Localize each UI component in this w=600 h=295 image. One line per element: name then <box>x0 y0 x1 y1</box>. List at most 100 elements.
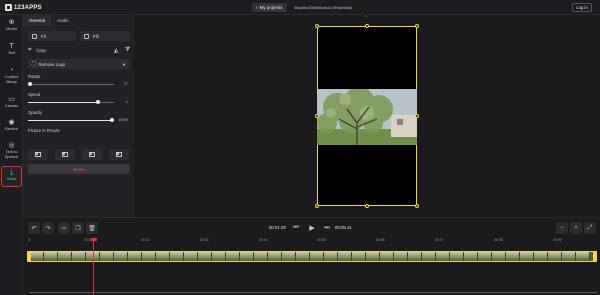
clip-thumbnail <box>212 252 226 261</box>
ruler-tick: 00:04 <box>259 238 268 242</box>
fast-forward-button[interactable]: ⏭ <box>321 222 333 234</box>
crop-icon[interactable]: ⌗ <box>28 47 31 54</box>
split-button[interactable]: ✂ <box>58 222 70 234</box>
timeline-scrollbar[interactable] <box>29 292 597 293</box>
remove-logo-dropdown[interactable]: ⛶ Remove Logo ▼ <box>28 59 130 69</box>
opacity-value[interactable]: 100% <box>112 118 128 122</box>
app-logo[interactable]: 123APPS <box>5 4 42 11</box>
clip-trim-handle-right[interactable] <box>593 251 597 262</box>
video-clip-track[interactable] <box>29 251 597 262</box>
clip-thumbnail <box>30 252 44 261</box>
clip-thumbnail <box>128 252 142 261</box>
clip-trim-handle-left[interactable] <box>27 251 31 262</box>
pip-bottom-right-button[interactable] <box>109 149 129 160</box>
delete-button[interactable]: 🗑 <box>86 222 98 234</box>
redo-button[interactable]: ↷ <box>42 222 54 234</box>
fit-timeline-button[interactable]: ⤢ <box>584 222 596 234</box>
nav-item-canvas[interactable]: ▭ Canvas <box>1 96 22 109</box>
clip-thumbnail <box>44 252 58 261</box>
ruler-tick: 00:02 <box>141 238 150 242</box>
ruler-tick: 00:03 <box>200 238 209 242</box>
rewind-button[interactable]: ⏮ <box>290 222 302 234</box>
resize-handle-top-left[interactable] <box>315 24 319 28</box>
nav-item-text[interactable]: T Text <box>1 43 22 56</box>
scissors-icon: ✂ <box>61 225 67 232</box>
resize-handle-bottom-center[interactable] <box>365 204 369 208</box>
zoom-in-button[interactable]: + <box>570 222 582 234</box>
nav-item-record[interactable]: ◉ Record <box>1 119 22 132</box>
tab-audio[interactable]: Audio <box>51 15 75 26</box>
nav-item-label: Save <box>6 176 17 181</box>
clip-thumbnail <box>170 252 184 261</box>
fit-button[interactable]: Fit <box>28 31 76 41</box>
flip-vertical-icon[interactable]: ⧩ <box>125 47 130 54</box>
speed-value[interactable]: 1 <box>112 100 128 104</box>
ruler-tick: 00:05 <box>317 238 326 242</box>
speed-slider-knob[interactable] <box>96 100 100 104</box>
ruler-tick: 00:09 <box>553 238 562 242</box>
nav-item-label: Record <box>5 126 18 131</box>
fill-icon <box>84 33 89 39</box>
undo-button[interactable]: ↶ <box>28 222 40 234</box>
crop-label[interactable]: Crop <box>36 48 45 53</box>
tab-general[interactable]: General <box>23 15 52 26</box>
clip-thumbnail <box>450 252 464 261</box>
play-button[interactable]: ▶ <box>306 222 318 234</box>
nav-item-media[interactable]: ⊕ Media <box>1 19 22 32</box>
resize-handle-top-right[interactable] <box>415 24 419 28</box>
my-projects-label: My projects <box>259 5 283 10</box>
resize-handle-bottom-right[interactable] <box>415 204 419 208</box>
clip-thumbnail <box>100 252 114 261</box>
clip-thumbnail <box>436 252 450 261</box>
speed-slider[interactable] <box>28 100 114 104</box>
rotate-slider-knob[interactable] <box>28 82 32 86</box>
clip-thumbnail <box>422 252 436 261</box>
clip-thumbnail <box>464 252 478 261</box>
zoom-out-button[interactable]: − <box>556 222 568 234</box>
pip-bottom-left-icon <box>89 152 95 157</box>
pip-top-right-button[interactable] <box>55 149 75 160</box>
clip-thumbnail <box>338 252 352 261</box>
clip-thumbnail <box>380 252 394 261</box>
login-button[interactable]: Log in <box>572 3 592 12</box>
clip-thumbnail <box>562 252 576 261</box>
nav-item-text-to-speech[interactable]: ◎ Text to Speech <box>1 142 22 159</box>
logo-text: 123APPS <box>14 4 42 11</box>
rewind-icon: ⏮ <box>293 224 299 231</box>
video-frame-image <box>317 89 417 145</box>
clip-thumbnail <box>548 252 562 261</box>
resize-handle-bottom-left[interactable] <box>315 204 319 208</box>
rotate-slider[interactable] <box>28 82 114 86</box>
timeline: ↶ ↷ ✂ ❐ 🗑 00:01.09 ⏮ ▶ ⏭ 00:09.41 − + ⤢ … <box>23 217 600 295</box>
fill-button[interactable]: Fill <box>80 31 130 41</box>
project-file-id: 58ac8e1f38f4f6c6c4c7ff9ae4d6a <box>294 5 352 10</box>
fast-forward-icon: ⏭ <box>324 224 330 231</box>
clip-thumbnail <box>282 252 296 261</box>
pip-top-right-icon <box>62 152 68 157</box>
resize-handle-middle-left[interactable] <box>315 114 319 118</box>
rotate-handle-icon[interactable]: ◦ <box>363 14 369 22</box>
nav-item-label: Canvas <box>4 103 19 108</box>
opacity-slider[interactable] <box>28 118 114 122</box>
top-bar: 123APPS ‹ My projects 58ac8e1f38f4f6c6c4… <box>0 0 600 15</box>
fit-label: Fit <box>41 33 46 39</box>
playhead-handle[interactable] <box>90 238 97 241</box>
nav-item-save[interactable]: ⤓ Save <box>1 166 22 187</box>
nav-item-content-library[interactable]: ◔ Content library <box>1 67 22 84</box>
resize-handle-top-center[interactable] <box>365 24 369 28</box>
timeline-ruler[interactable]: 0 00:01 00:02 00:03 00:04 00:05 00:06 00… <box>23 238 600 245</box>
playhead[interactable] <box>93 240 94 295</box>
my-projects-button[interactable]: ‹ My projects <box>252 3 287 12</box>
duplicate-button[interactable]: ❐ <box>72 222 84 234</box>
rotate-value[interactable]: 0° <box>112 82 128 86</box>
pip-bottom-left-button[interactable] <box>82 149 102 160</box>
clip-thumbnail <box>520 252 534 261</box>
resize-handle-middle-right[interactable] <box>415 114 419 118</box>
remove-logo-label: Remove Logo <box>38 61 66 67</box>
reset-button[interactable]: Reset <box>28 164 130 174</box>
play-icon: ▶ <box>309 225 315 232</box>
pip-top-left-button[interactable] <box>28 149 48 160</box>
speed-label: Speed <box>28 92 41 97</box>
ruler-tick: 00:08 <box>494 238 503 242</box>
flip-horizontal-icon[interactable]: ◭ <box>114 47 119 54</box>
